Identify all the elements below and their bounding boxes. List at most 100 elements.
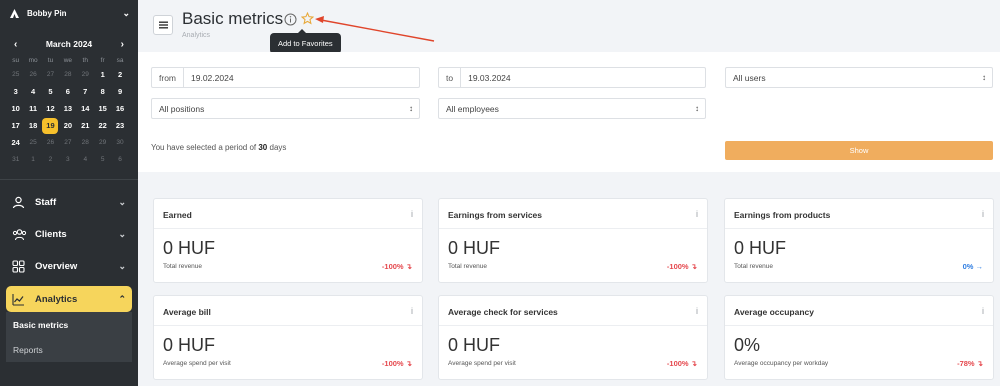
prev-month-icon[interactable]: ‹ xyxy=(14,39,17,50)
calendar-day[interactable]: 13 xyxy=(59,100,76,117)
calendar-day-today[interactable]: 19 xyxy=(42,117,59,134)
metric-value: 0 HUF xyxy=(734,238,787,258)
calendar-day[interactable]: 8 xyxy=(94,83,111,100)
calendar-day[interactable]: 28 xyxy=(59,66,76,83)
info-icon[interactable]: i xyxy=(696,306,698,316)
calendar-day[interactable]: 27 xyxy=(42,66,59,83)
period-prefix: You have selected a period of xyxy=(151,143,257,152)
positions-select[interactable]: All positions ↕ xyxy=(151,98,420,119)
calendar-day[interactable]: 26 xyxy=(24,66,41,83)
calendar-day-number: 1 xyxy=(31,156,35,163)
calendar-day[interactable]: 10 xyxy=(7,100,24,117)
calendar-day[interactable]: 27 xyxy=(59,134,76,151)
date-to-field[interactable]: to 19.03.2024 xyxy=(438,67,706,88)
weekday-label: we xyxy=(63,56,73,64)
metric-change-value: -100% xyxy=(381,359,404,368)
calendar-day[interactable]: 2 xyxy=(111,66,128,83)
metric-value: 0 HUF xyxy=(163,335,216,355)
trend-down-icon: ↴ xyxy=(405,262,412,271)
calendar-day[interactable]: 11 xyxy=(24,100,41,117)
sidebar: Bobby Pin ⌄ ‹ March 2024 › su mo tu we th fr s… xyxy=(0,0,138,386)
calendar-day[interactable]: 6 xyxy=(111,151,128,168)
calendar-month: March 2024 xyxy=(45,39,93,49)
calendar-day-number: 28 xyxy=(81,139,89,146)
calendar-day-number: 10 xyxy=(11,104,20,113)
metric-subtitle: Total revenue xyxy=(163,263,203,270)
info-icon[interactable]: i xyxy=(411,209,413,219)
info-icon[interactable]: i xyxy=(411,306,413,316)
show-button[interactable]: Show xyxy=(725,141,993,160)
chevron-down-icon: ⌄ xyxy=(118,228,126,239)
sidebar-item-staff[interactable]: Staff ⌄ xyxy=(0,186,138,218)
calendar-day[interactable]: 14 xyxy=(77,100,94,117)
calendar-day[interactable]: 15 xyxy=(94,100,111,117)
calendar-day[interactable]: 26 xyxy=(42,134,59,151)
calendar-day[interactable]: 23 xyxy=(111,117,128,134)
calendar-day[interactable]: 4 xyxy=(77,151,94,168)
calendar-day[interactable]: 3 xyxy=(59,151,76,168)
date-from-field[interactable]: from 19.02.2024 xyxy=(151,67,420,88)
sidebar-item-analytics[interactable]: Analytics ⌃ xyxy=(6,286,132,312)
calendar-day[interactable]: 29 xyxy=(94,134,111,151)
calendar-day[interactable]: 31 xyxy=(7,151,24,168)
main-content: Basic metrics Analytics Add to Favorites… xyxy=(138,0,1000,386)
calendar-day[interactable]: 21 xyxy=(77,117,94,134)
metric-value: 0% xyxy=(734,335,761,355)
calendar-day[interactable]: 29 xyxy=(77,66,94,83)
calendar-day[interactable]: 3 xyxy=(7,83,24,100)
chevron-up-icon: ⌃ xyxy=(118,293,126,304)
calendar-day-number: 18 xyxy=(28,121,38,130)
card-divider xyxy=(725,325,993,326)
calendar-day[interactable]: 20 xyxy=(59,117,76,134)
user-switcher[interactable]: Bobby Pin ⌄ xyxy=(0,0,138,27)
metric-change-value: -100% xyxy=(666,262,689,271)
calendar-day[interactable]: 30 xyxy=(111,134,128,151)
metric-card: Earnings from services i 0 HUF Total revenu… xyxy=(438,198,708,283)
calendar-day-number: 27 xyxy=(46,71,55,78)
calendar-day[interactable]: 7 xyxy=(77,83,94,100)
calendar-day[interactable]: 1 xyxy=(94,66,111,83)
info-icon[interactable]: i xyxy=(696,209,698,219)
sidebar-item-label: Staff xyxy=(35,196,57,208)
sidebar-item-label: Analytics xyxy=(35,293,78,305)
metric-subtitle: Total revenue xyxy=(734,263,774,270)
calendar-day[interactable]: 16 xyxy=(111,100,128,117)
calendar-day[interactable]: 25 xyxy=(24,134,41,151)
calendar-day-number: 21 xyxy=(81,121,90,130)
calendar-day[interactable]: 28 xyxy=(77,134,94,151)
metric-change: -100% ↴ xyxy=(667,262,697,271)
employees-select[interactable]: All employees ↕ xyxy=(438,98,706,119)
sidebar-subitem-basic-metrics[interactable]: Basic metrics xyxy=(6,312,132,337)
sidebar-divider xyxy=(0,179,138,180)
calendar-day[interactable]: 1 xyxy=(24,151,41,168)
calendar-day[interactable]: 25 xyxy=(7,66,24,83)
calendar-day[interactable]: 18 xyxy=(24,117,41,134)
sidebar-item-clients[interactable]: Clients ⌄ xyxy=(0,218,138,250)
calendar-day[interactable]: 4 xyxy=(24,83,41,100)
calendar-day[interactable]: 5 xyxy=(42,83,59,100)
sidebar-item-label: Clients xyxy=(35,228,67,240)
users-select[interactable]: All users ↕ xyxy=(725,67,993,88)
metric-subtitle: Total revenue xyxy=(448,263,488,270)
calendar-day[interactable]: 6 xyxy=(59,83,76,100)
calendar-day[interactable]: 22 xyxy=(94,117,111,134)
calendar-day[interactable]: 2 xyxy=(42,151,59,168)
calendar-day[interactable]: 12 xyxy=(42,100,59,117)
calendar-day[interactable]: 24 xyxy=(7,134,24,151)
calendar-day-number: 13 xyxy=(63,104,73,113)
select-arrows-icon: ↕ xyxy=(695,104,699,113)
calendar-day-number: 15 xyxy=(98,104,107,113)
metric-card: Earned i 0 HUF Total revenue -100% ↴ xyxy=(153,198,423,283)
info-icon[interactable]: i xyxy=(982,209,984,219)
info-icon[interactable]: i xyxy=(982,306,984,316)
positions-select-value: All positions xyxy=(159,103,205,114)
period-days: 30 xyxy=(258,143,268,152)
calendar-day[interactable]: 5 xyxy=(94,151,111,168)
calendar-day-number: 23 xyxy=(115,121,125,130)
sidebar-item-overview[interactable]: Overview ⌄ xyxy=(0,250,138,282)
calendar-day[interactable]: 17 xyxy=(7,117,24,134)
calendar-day[interactable]: 9 xyxy=(111,83,128,100)
sidebar-subitem-reports[interactable]: Reports xyxy=(6,337,132,362)
metric-change-value: -100% xyxy=(381,262,404,271)
next-month-icon[interactable]: › xyxy=(121,39,124,50)
